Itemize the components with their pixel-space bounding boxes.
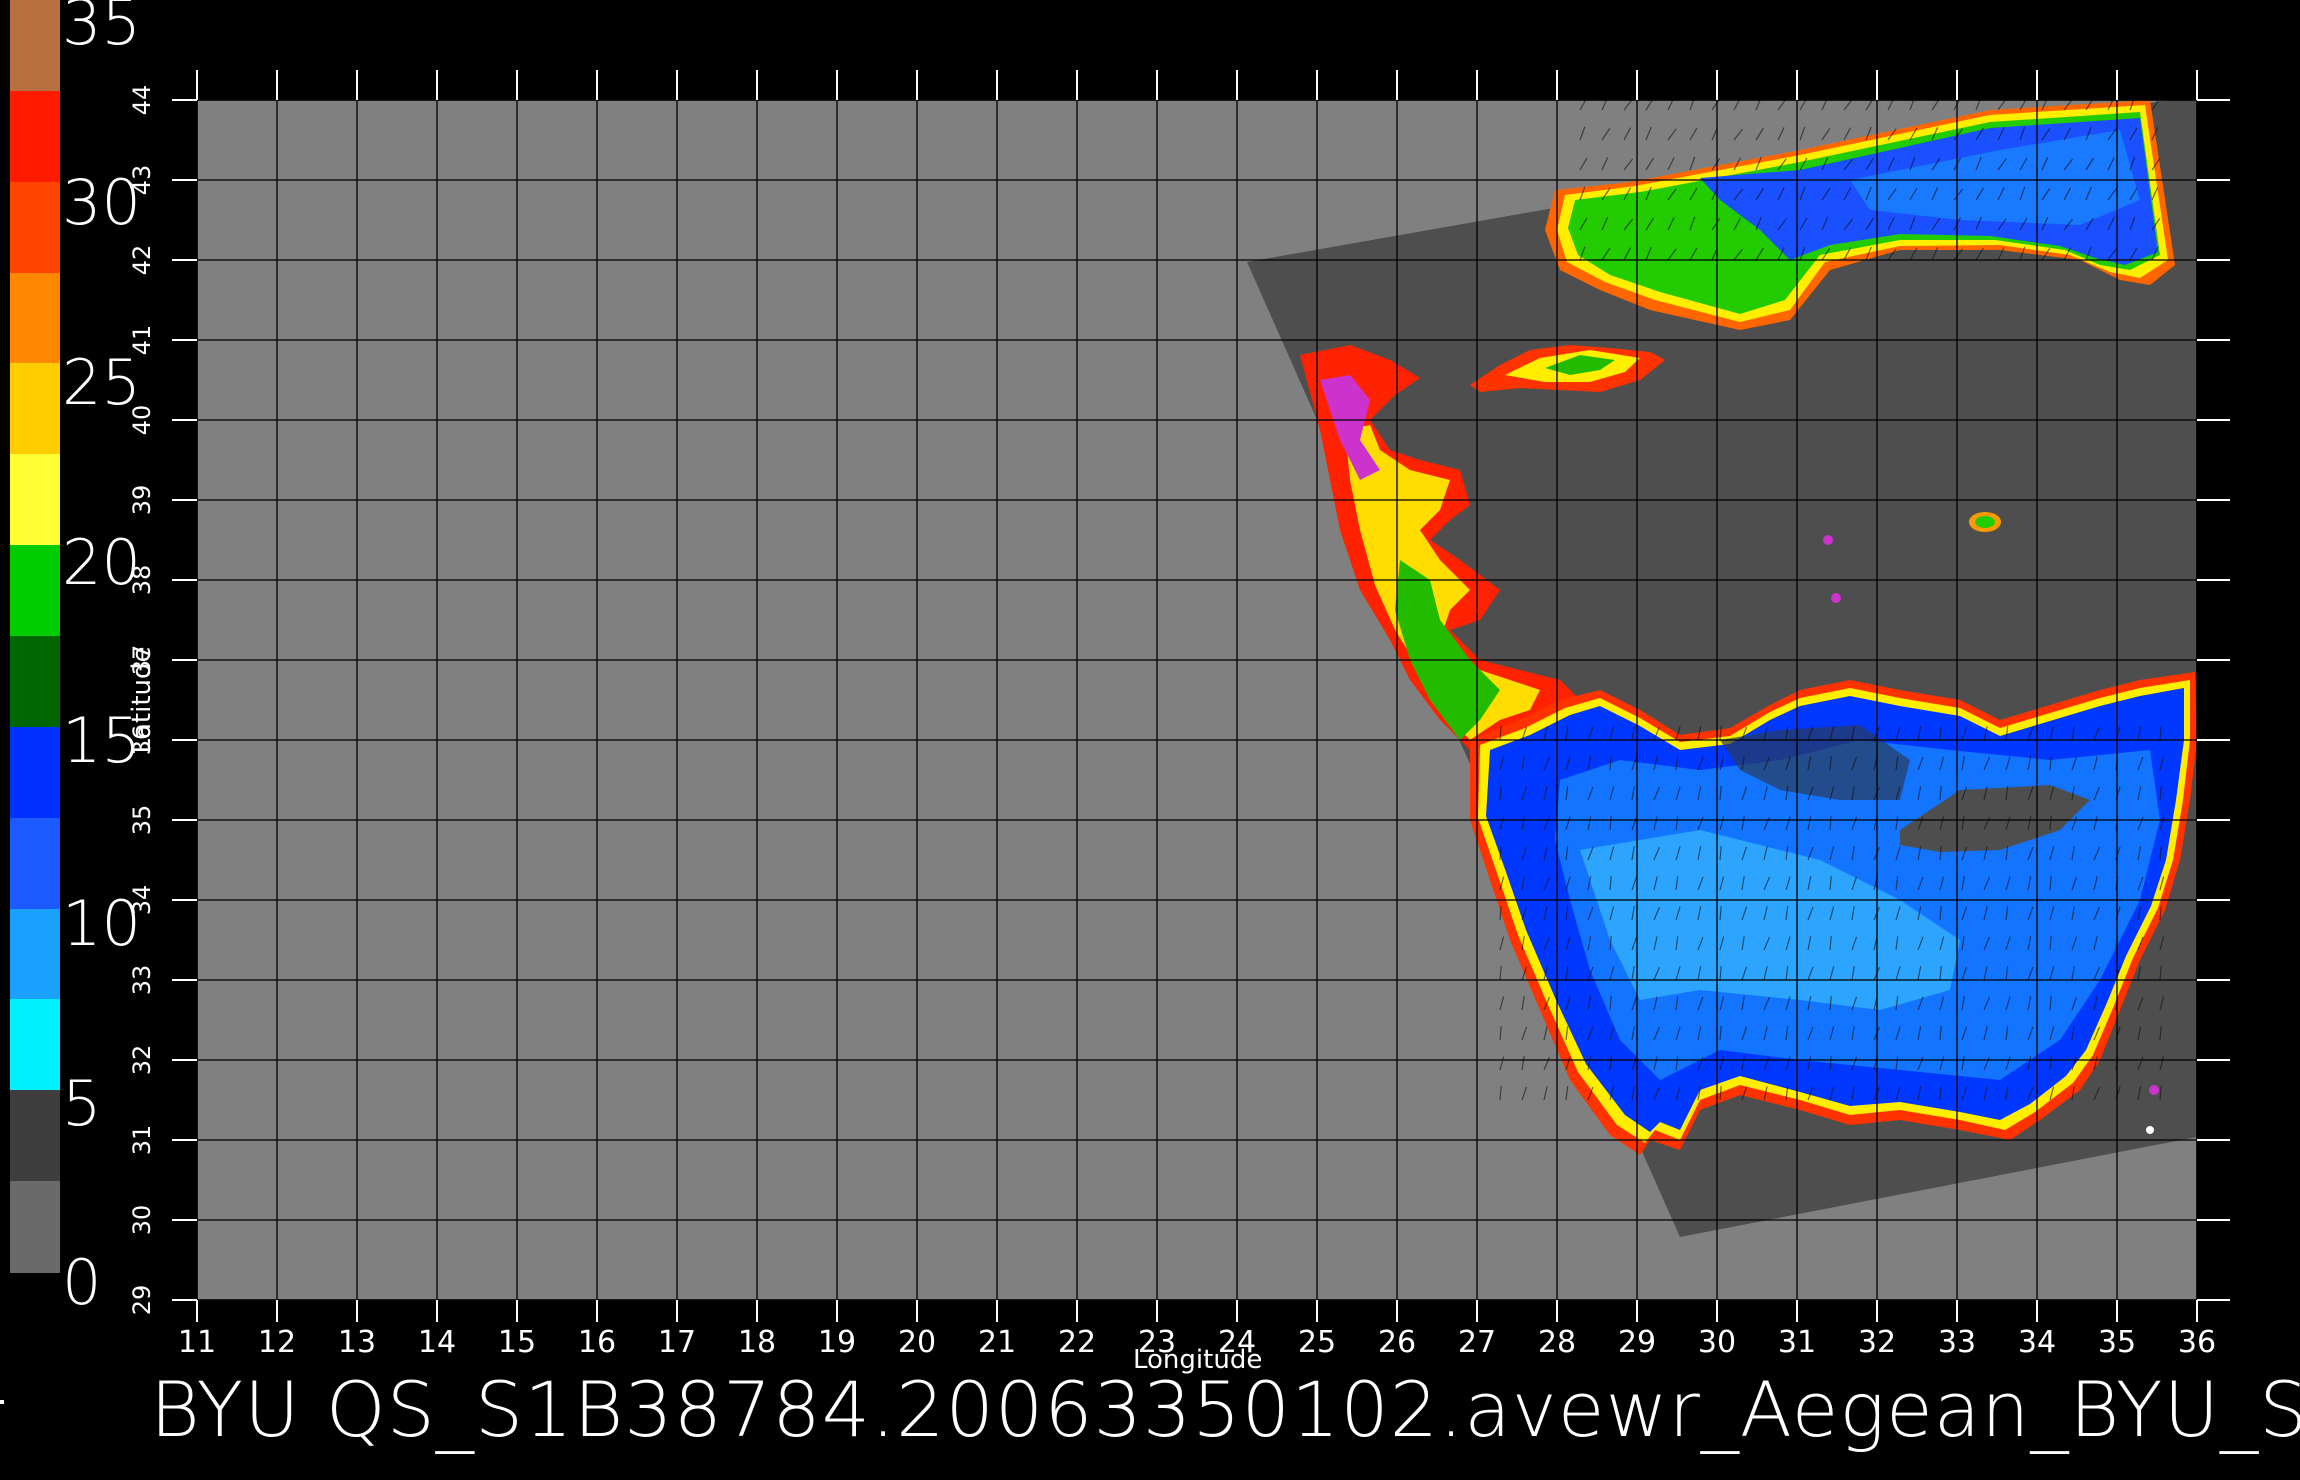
- lon-tick-label: 17: [657, 1325, 697, 1360]
- lon-tick-label: 20: [897, 1325, 937, 1360]
- lon-tick-label: 15: [497, 1325, 537, 1360]
- lat-tick-label: 29: [128, 1284, 156, 1316]
- lon-tick-label: 27: [1457, 1325, 1497, 1360]
- lat-tick-label: 42: [128, 244, 156, 276]
- y-axis-label: Latitude: [127, 646, 157, 754]
- lat-tick-label: 43: [128, 164, 156, 196]
- lon-tick-label: 19: [817, 1325, 857, 1360]
- lon-tick-label: 13: [337, 1325, 377, 1360]
- lon-tick-label: 16: [577, 1325, 617, 1360]
- lon-tick-label: 21: [977, 1325, 1017, 1360]
- lon-tick-label: 36: [2177, 1325, 2217, 1360]
- wind-map: [172, 70, 2230, 1322]
- lon-tick-label: 32: [1857, 1325, 1897, 1360]
- lat-tick-label: 30: [128, 1204, 156, 1236]
- lon-tick-label: 33: [1937, 1325, 1977, 1360]
- lon-tick-label: 18: [737, 1325, 777, 1360]
- lat-tick-label: 44: [128, 84, 156, 116]
- lon-tick-label: 30: [1697, 1325, 1737, 1360]
- lat-tick-label: 39: [128, 484, 156, 516]
- lon-tick-label: 31: [1777, 1325, 1817, 1360]
- lon-tick-label: 25: [1297, 1325, 1337, 1360]
- lat-tick-label: 31: [128, 1124, 156, 1156]
- lat-tick-label: 34: [128, 884, 156, 916]
- lon-tick-label: 34: [2017, 1325, 2057, 1360]
- lat-tick-label: 35: [128, 804, 156, 836]
- lon-tick-label: 22: [1057, 1325, 1097, 1360]
- lon-tick-label: 12: [257, 1325, 297, 1360]
- lon-tick-label: 35: [2097, 1325, 2137, 1360]
- lon-tick-label: 26: [1377, 1325, 1417, 1360]
- lon-tick-label: 14: [417, 1325, 457, 1360]
- lat-tick-label: 40: [128, 404, 156, 436]
- file-name-caption: BYU QS_S1B38784.20063350102.avewr_Aegean…: [150, 1365, 2300, 1454]
- lat-tick-label: 32: [128, 1044, 156, 1076]
- lon-tick-label: 29: [1617, 1325, 1657, 1360]
- edge-marker: [0, 1400, 4, 1404]
- lat-tick-label: 38: [128, 564, 156, 596]
- lon-tick-label: 11: [177, 1325, 217, 1360]
- lat-tick-label: 41: [128, 324, 156, 356]
- lon-tick-label: 28: [1537, 1325, 1577, 1360]
- lat-tick-label: 33: [128, 964, 156, 996]
